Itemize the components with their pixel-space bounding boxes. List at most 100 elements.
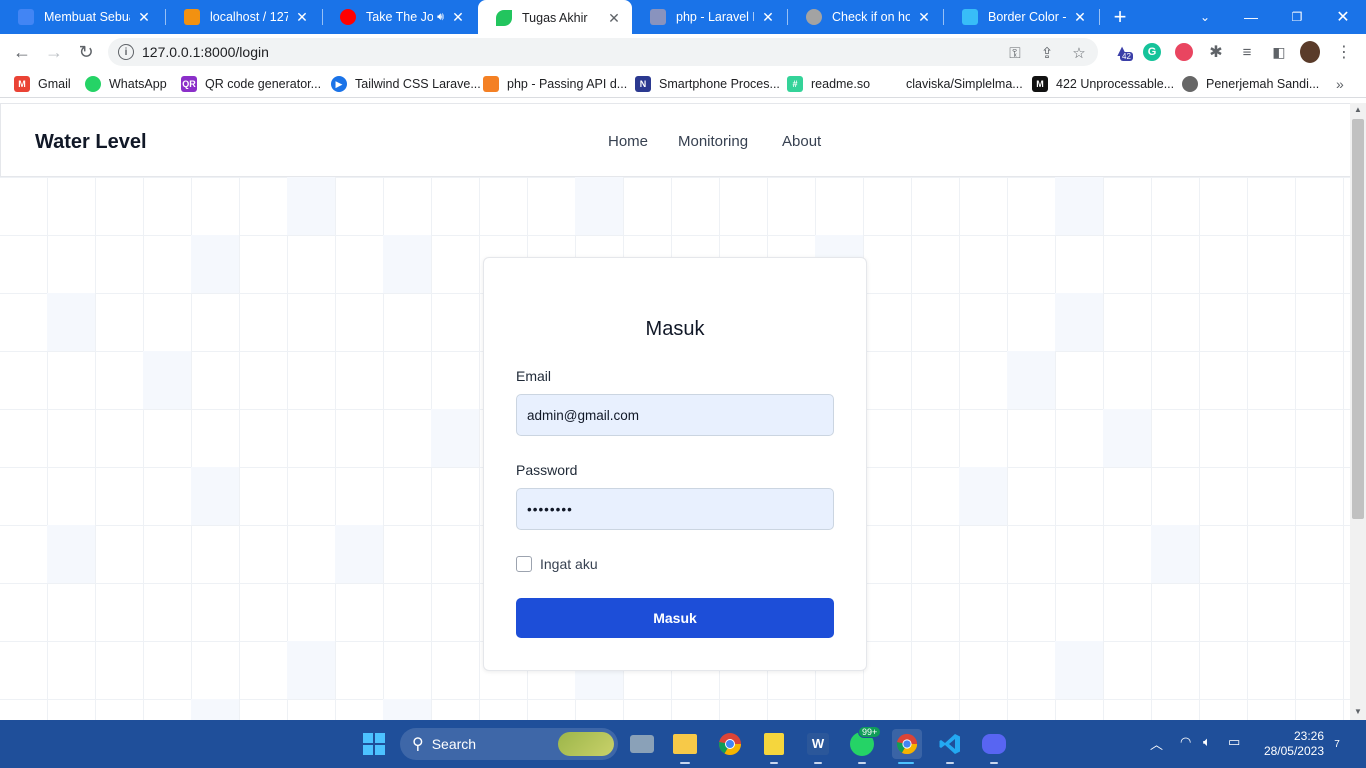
side-panel-icon[interactable]: ◧ [1269, 42, 1289, 62]
address-bar[interactable]: i 127.0.0.1:8000/login ⚿ ⇪ ☆ [108, 38, 1098, 66]
login-submit-button[interactable]: Masuk [516, 598, 834, 638]
close-tab-icon[interactable]: ✕ [1072, 9, 1088, 25]
taskbar-clock[interactable]: 23:26 28/05/2023 [1258, 729, 1324, 759]
bookmark-label: php - Passing API d... [507, 77, 628, 91]
tab-favicon-icon [18, 9, 34, 25]
scroll-up-arrow-icon[interactable]: ▲ [1354, 106, 1362, 114]
close-tab-icon[interactable]: ✕ [760, 9, 776, 25]
key-icon[interactable]: ⚿ [1006, 44, 1024, 62]
close-tab-icon[interactable]: ✕ [606, 10, 622, 26]
m-icon: M [1032, 76, 1048, 92]
battery-icon[interactable]: ▭ [1228, 734, 1240, 750]
stackoverflow-icon [650, 9, 666, 25]
grid-cell [383, 699, 431, 720]
whatsapp-taskbar-icon[interactable]: 99+ [848, 726, 882, 758]
grid-cell [191, 467, 239, 525]
bookmark-label: QR code generator... [205, 77, 322, 91]
notification-count-badge[interactable]: 7 [1330, 737, 1344, 751]
site-brand[interactable]: Water Level [35, 131, 147, 154]
file-explorer-icon[interactable] [671, 730, 699, 758]
tab-localhost[interactable]: localhost / 127.0. ✕ [166, 0, 320, 34]
word-icon[interactable]: W [804, 730, 832, 758]
restore-button[interactable]: ❐ [1274, 0, 1320, 34]
windows-start-icon[interactable] [360, 730, 388, 758]
email-field[interactable]: admin@gmail.com [516, 394, 834, 436]
tab-search-chevron-icon[interactable]: ⌄ [1182, 0, 1228, 34]
taskbar-search[interactable]: ⚲ Search [400, 728, 618, 760]
reading-list-icon[interactable]: ≡ [1237, 42, 1257, 62]
tab-title: Check if on home [832, 10, 910, 24]
chrome-icon[interactable] [716, 730, 744, 758]
login-card: Masuk Email admin@gmail.com Password •••… [483, 257, 867, 671]
grammarly-icon[interactable]: G [1142, 42, 1162, 62]
back-button[interactable]: ← [10, 40, 34, 64]
taskbar-active-indicator [898, 762, 914, 764]
forward-button[interactable]: → [42, 40, 66, 64]
chrome-menu-icon[interactable]: ⋮ [1334, 42, 1354, 62]
site-info-icon[interactable]: i [118, 44, 134, 60]
bookmark-422[interactable]: M 422 Unprocessable... [1032, 76, 1174, 92]
close-tab-icon[interactable]: ✕ [450, 9, 466, 25]
bookmark-label: 422 Unprocessable... [1056, 77, 1175, 91]
qr-icon: QR [181, 76, 197, 92]
bookmark-smartphone[interactable]: N Smartphone Proces... [635, 76, 780, 92]
bookmark-label: claviska/Simplelma... [906, 77, 1023, 91]
url-text[interactable]: 127.0.0.1:8000/login [142, 44, 269, 60]
tab-tugas-akhir[interactable]: Tugas Akhir ✕ [478, 0, 632, 36]
extension-red-icon[interactable] [1174, 42, 1194, 62]
tab-youtube[interactable]: Take The Jour 🔊︎ ✕ [322, 0, 476, 34]
bookmark-qr[interactable]: QR QR code generator... [181, 76, 321, 92]
chrome-profile-icon[interactable] [892, 729, 922, 759]
sticky-notes-icon[interactable] [760, 730, 788, 758]
grid-cell [287, 177, 335, 235]
bookmark-whatsapp[interactable]: WhatsApp [85, 76, 167, 92]
audio-playing-icon[interactable]: 🔊︎ [437, 11, 444, 24]
whatsapp-icon [85, 76, 101, 92]
close-tab-icon[interactable]: ✕ [136, 9, 152, 25]
camera-app-icon[interactable] [628, 730, 656, 758]
login-title: Masuk [645, 318, 705, 340]
new-tab-button[interactable]: + [1108, 4, 1132, 29]
extension-school-icon[interactable]: ▲ 42 [1112, 42, 1133, 62]
bookmark-claviska[interactable]: claviska/Simplelma... [906, 76, 1023, 92]
volume-icon[interactable]: 🔈︎ [1203, 734, 1211, 750]
phpmyadmin-icon [184, 9, 200, 25]
tab-php-laravel[interactable]: php - Laravel Red ✕ [632, 0, 786, 34]
wifi-icon[interactable]: ◠ [1180, 734, 1191, 750]
extensions-puzzle-icon[interactable]: ✱ [1206, 42, 1226, 62]
scrollbar-thumb[interactable] [1352, 119, 1364, 519]
vscode-icon[interactable] [936, 730, 964, 758]
remember-me-checkbox[interactable] [516, 556, 532, 572]
scroll-down-arrow-icon[interactable]: ▼ [1354, 708, 1362, 716]
bookmark-php[interactable]: php - Passing API d... [483, 76, 627, 92]
bookmark-gmail[interactable]: M Gmail [14, 76, 71, 92]
discord-icon[interactable] [980, 730, 1008, 758]
page-scrollbar[interactable]: ▲ ▼ [1350, 103, 1366, 720]
profile-avatar[interactable] [1300, 41, 1320, 63]
more-bookmarks-icon[interactable]: » [1336, 76, 1344, 92]
bookmark-star-icon[interactable]: ☆ [1070, 44, 1088, 62]
reload-button[interactable]: ↻ [74, 40, 98, 64]
bookmark-tailwind[interactable]: ▶ Tailwind CSS Larave... [331, 76, 481, 92]
whatsapp-badge: 99+ [858, 726, 882, 738]
close-tab-icon[interactable]: ✕ [916, 9, 932, 25]
nav-link-about[interactable]: About [782, 133, 821, 150]
tab-border-color[interactable]: Border Color - Ta ✕ [944, 0, 1098, 34]
search-icon: ⚲ [412, 736, 424, 753]
share-icon[interactable]: ⇪ [1038, 44, 1056, 62]
tab-chatgpt[interactable]: Check if on home ✕ [788, 0, 942, 34]
password-field[interactable]: •••••••• [516, 488, 834, 530]
minimize-button[interactable]: — [1228, 0, 1274, 34]
grid-cell [1055, 641, 1103, 699]
bookmark-penerjemah[interactable]: Penerjemah Sandi... [1182, 76, 1319, 92]
page-viewport: Water Level Home Monitoring About Masuk … [0, 103, 1350, 720]
close-window-button[interactable]: ✕ [1320, 0, 1366, 34]
close-tab-icon[interactable]: ✕ [294, 9, 310, 25]
nav-link-monitoring[interactable]: Monitoring [678, 133, 748, 150]
tab-membuat[interactable]: Membuat Sebuah ✕ [0, 0, 162, 34]
bookmark-readme[interactable]: # readme.so [787, 76, 870, 92]
nav-link-home[interactable]: Home [608, 133, 648, 150]
show-hidden-icons-chevron-icon[interactable]: ︿ [1150, 734, 1163, 753]
remember-me-label[interactable]: Ingat aku [540, 556, 598, 572]
gmail-icon: M [14, 76, 30, 92]
